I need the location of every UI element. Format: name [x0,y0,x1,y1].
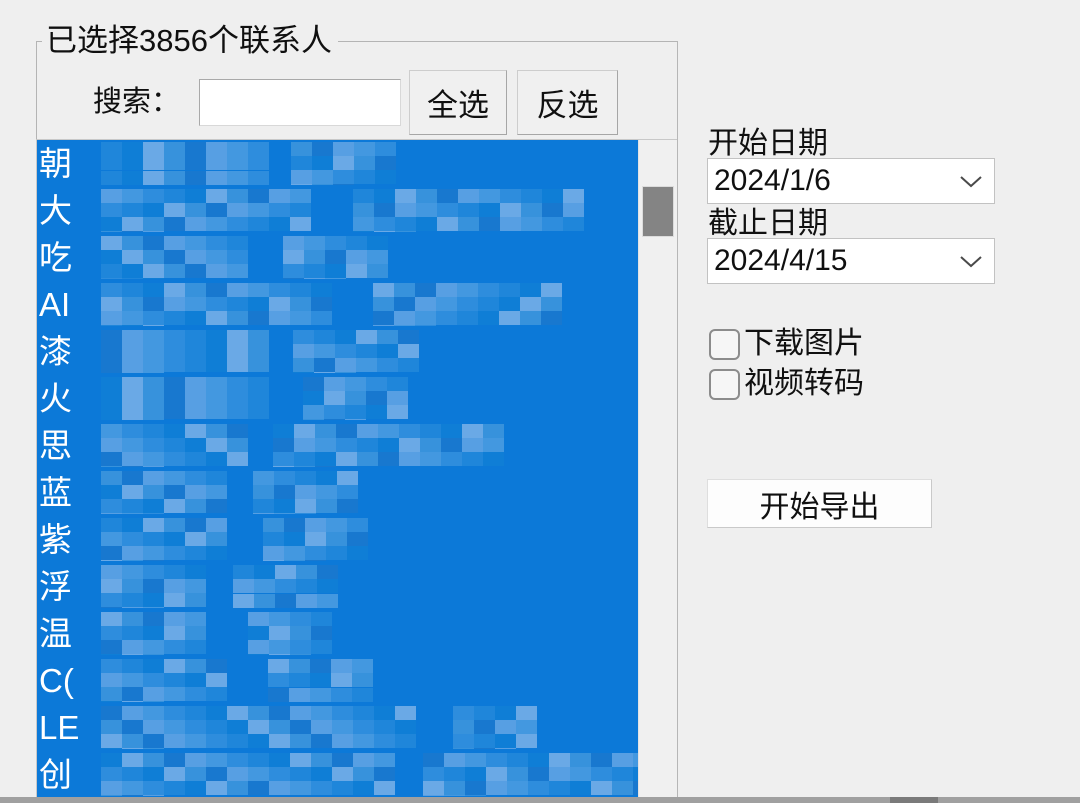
contact-name-lead: 温 [39,615,72,652]
contact-list-item[interactable]: 紫 [37,516,638,563]
window-horizontal-scrollbar-thumb[interactable] [890,797,938,803]
contact-name-lead: LE [39,709,80,746]
redacted-name-block [101,236,261,279]
contact-list-item[interactable]: LE [37,704,638,751]
contact-name-lead: 吃 [39,239,72,276]
redacted-name-block [248,612,338,655]
video-transcode-label: 视频转码 [744,367,864,400]
contact-list-item[interactable]: C( [37,657,638,704]
contact-list-item[interactable]: AI [37,281,638,328]
contact-name-lead: 火 [39,380,72,417]
redacted-name-block [101,612,226,655]
contact-listbox[interactable]: 朝大吃AI漆火思蓝紫浮温C(LE创十 [36,139,678,798]
groupbox-title: 已选择3856个联系人 [42,21,338,61]
contact-list-item[interactable]: 思 [37,422,638,469]
contact-list-item[interactable]: 蓝 [37,469,638,516]
contact-list-rows[interactable]: 朝大吃AI漆火思蓝紫浮温C(LE创十 [37,140,638,797]
redacted-name-block [263,518,388,561]
panel-divider [677,41,678,798]
start-export-button[interactable]: 开始导出 [707,479,932,528]
redacted-name-block [101,142,269,185]
download-images-label: 下载图片 [744,327,864,360]
contact-name-lead: 漆 [39,333,72,370]
redacted-name-block [353,189,593,232]
video-transcode-checkbox[interactable] [709,368,740,400]
search-input[interactable] [199,79,401,126]
chevron-down-icon[interactable] [948,159,994,203]
redacted-name-block [101,753,401,796]
redacted-name-block [101,659,246,702]
redacted-name-block [101,424,251,467]
chevron-down-icon[interactable] [948,239,994,283]
redacted-name-block [273,424,513,467]
start-date-combobox[interactable]: 2024/1/6 [707,158,995,204]
contact-name-lead: C( [39,662,74,699]
contact-list-item[interactable]: 火 [37,375,638,422]
window-horizontal-scrollbar[interactable] [0,797,1080,803]
contact-name-lead: 紫 [39,521,72,558]
redacted-name-block [293,330,438,373]
contact-list-item[interactable]: 大 [37,187,638,234]
redacted-name-block [101,283,351,326]
start-date-value: 2024/1/6 [714,164,831,197]
redacted-name-block [291,142,415,185]
contact-list-item[interactable]: 浮 [37,563,638,610]
redacted-name-block [453,706,543,749]
download-images-checkbox[interactable] [709,328,740,360]
contact-name-lead: 创 [39,756,72,793]
contact-list-item[interactable]: 朝 [37,140,638,187]
redacted-name-block [101,565,211,608]
contact-name-lead: 蓝 [39,474,72,511]
redacted-name-block [373,283,563,326]
redacted-name-block [101,706,431,749]
list-vertical-scrollbar[interactable] [638,140,677,797]
redacted-name-block [101,377,281,420]
redacted-name-block [101,189,331,232]
contact-list-item[interactable]: 漆 [37,328,638,375]
redacted-name-block [253,471,363,514]
redacted-name-block [101,471,231,514]
search-label: 搜索： [93,86,181,118]
redacted-name-block [303,377,423,420]
end-date-combobox[interactable]: 2024/4/15 [707,238,995,284]
app-window: 已选择3856个联系人 搜索： 全选 反选 朝大吃AI漆火思蓝紫浮温C(LE创十… [0,0,1080,803]
contact-name-lead: AI [39,286,71,323]
contact-name-lead: 浮 [39,568,72,605]
redacted-name-block [283,236,403,279]
redacted-name-block [423,753,638,796]
download-images-checkbox-row[interactable]: 下载图片 [709,325,864,363]
redacted-name-block [101,518,241,561]
contact-name-lead: 大 [39,192,72,229]
contact-name-lead: 思 [39,427,72,464]
end-date-value: 2024/4/15 [714,244,848,277]
list-vertical-scrollbar-thumb[interactable] [642,186,674,237]
redacted-name-block [101,330,271,373]
contact-list-item[interactable]: 吃 [37,234,638,281]
invert-selection-button[interactable]: 反选 [517,70,618,135]
contact-list-item[interactable]: 温 [37,610,638,657]
redacted-name-block [233,565,338,608]
redacted-name-block [268,659,373,702]
video-transcode-checkbox-row[interactable]: 视频转码 [709,365,864,403]
select-all-button[interactable]: 全选 [409,70,507,135]
contact-name-lead: 朝 [39,145,72,182]
contact-list-item[interactable]: 创 [37,751,638,797]
